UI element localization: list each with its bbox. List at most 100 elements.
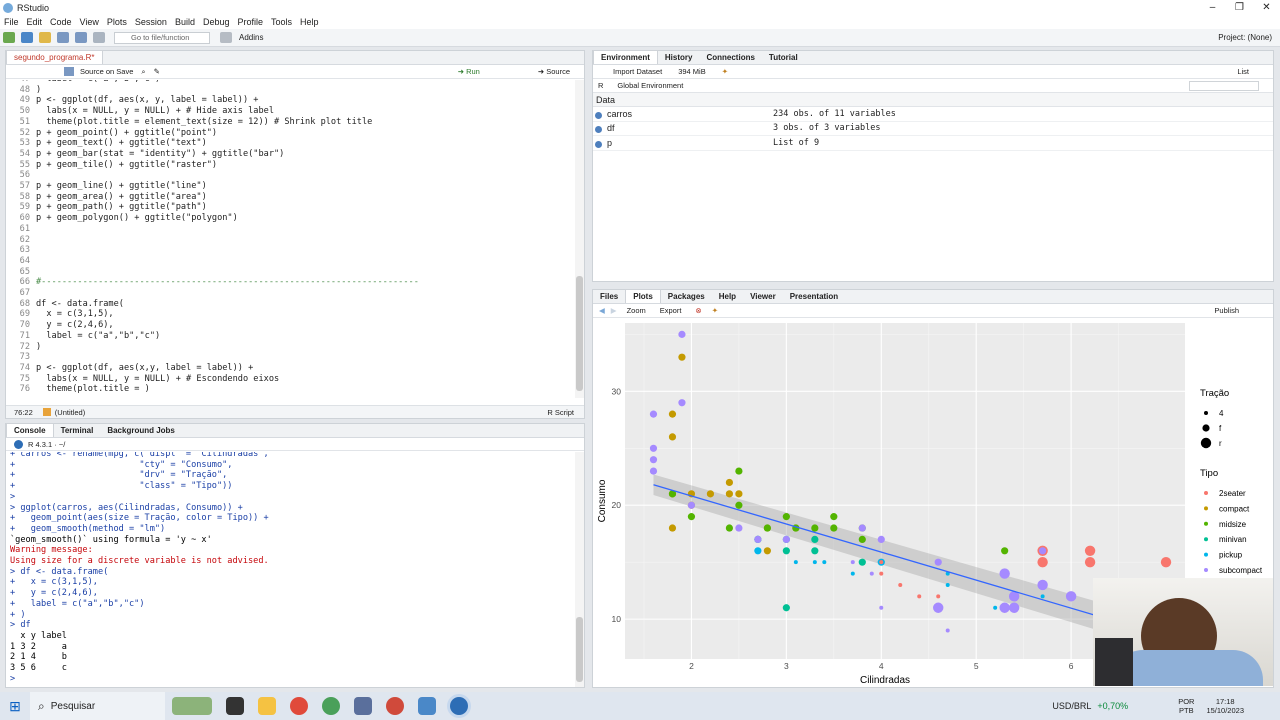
- file-explorer-icon[interactable]: [258, 697, 276, 715]
- console-output[interactable]: + carros <- rename(mpg, c("displ" = "Cil…: [6, 452, 576, 687]
- menu-profile[interactable]: Profile: [234, 16, 268, 29]
- grid-icon[interactable]: [220, 32, 232, 43]
- start-button-icon[interactable]: ⊞: [0, 698, 30, 715]
- code-line[interactable]: 64: [6, 256, 576, 267]
- save-all-icon[interactable]: [75, 32, 87, 43]
- export-button[interactable]: Export: [660, 306, 682, 315]
- code-line[interactable]: 51 theme(plot.title = element_text(size …: [6, 117, 576, 128]
- wand-icon[interactable]: ✎: [154, 67, 160, 76]
- app-2-icon[interactable]: [418, 697, 436, 715]
- editor-scroll-thumb[interactable]: [576, 276, 583, 391]
- env-name[interactable]: df: [593, 123, 773, 134]
- code-line[interactable]: 56: [6, 170, 576, 181]
- file-type[interactable]: R Script: [547, 408, 574, 417]
- taskbar-search[interactable]: ⌕ Pesquisar: [30, 692, 165, 720]
- language-indicator[interactable]: POR PTB: [1178, 697, 1194, 715]
- print-icon[interactable]: [93, 32, 105, 43]
- code-area[interactable]: 47 label = c("a","b","c")48)49p <- ggplo…: [6, 80, 576, 398]
- clear-plots-icon[interactable]: ✦: [712, 306, 718, 315]
- env-row-carros[interactable]: carros 234 obs. of 11 variables: [593, 107, 1273, 122]
- environment-search-input[interactable]: [1189, 80, 1259, 91]
- source-on-save-checkbox[interactable]: Source on Save: [80, 67, 133, 76]
- tab-background-jobs[interactable]: Background Jobs: [100, 424, 182, 437]
- currency-label[interactable]: USD/BRL: [1052, 701, 1091, 711]
- new-file-icon[interactable]: [3, 32, 15, 43]
- code-line[interactable]: 58 p + geom_area() + ggtitle("area"): [6, 192, 576, 203]
- code-line[interactable]: 76 theme(plot.title = ): [6, 384, 576, 395]
- import-dataset-button[interactable]: Import Dataset: [613, 67, 662, 76]
- scope-label[interactable]: (Untitled): [55, 408, 85, 417]
- tab-presentation[interactable]: Presentation: [783, 290, 845, 303]
- search-icon[interactable]: ⌕: [141, 67, 145, 77]
- code-line[interactable]: 74 p <- ggplot(df, aes(x,y, label = label…: [6, 363, 576, 374]
- code-line[interactable]: 54 p + geom_bar(stat = "identity") + ggti…: [6, 149, 576, 160]
- menu-view[interactable]: View: [76, 16, 103, 29]
- chrome-profile-2-icon[interactable]: [386, 697, 404, 715]
- code-line[interactable]: 59 p + geom_path() + ggtitle("path"): [6, 202, 576, 213]
- code-line[interactable]: 73: [6, 352, 576, 363]
- menu-tools[interactable]: Tools: [267, 16, 296, 29]
- tab-packages[interactable]: Packages: [661, 290, 712, 303]
- code-line[interactable]: 52 p + geom_point() + ggtitle("point"): [6, 128, 576, 139]
- menu-edit[interactable]: Edit: [23, 16, 47, 29]
- code-line[interactable]: 69 x = c(3,1,5),: [6, 309, 576, 320]
- menu-debug[interactable]: Debug: [199, 16, 234, 29]
- code-line[interactable]: 65: [6, 267, 576, 278]
- tab-files[interactable]: Files: [593, 290, 625, 303]
- code-line[interactable]: 68 df <- data.frame(: [6, 299, 576, 310]
- run-button[interactable]: ➜ Run: [458, 67, 480, 76]
- env-name[interactable]: p: [593, 138, 773, 148]
- tab-viewer[interactable]: Viewer: [743, 290, 783, 303]
- menu-code[interactable]: Code: [46, 16, 76, 29]
- list-view-menu[interactable]: List: [1237, 67, 1249, 76]
- maximize-button[interactable]: ❐: [1226, 0, 1253, 16]
- tab-segundo-programa[interactable]: segundo_programa.R*: [6, 50, 103, 64]
- code-line[interactable]: 62: [6, 235, 576, 246]
- code-line[interactable]: 72): [6, 342, 576, 353]
- chrome-icon[interactable]: [290, 697, 308, 715]
- menu-file[interactable]: File: [0, 16, 23, 29]
- tab-plots[interactable]: Plots: [625, 289, 661, 303]
- project-menu[interactable]: Project: (None): [1218, 29, 1272, 47]
- tab-connections[interactable]: Connections: [699, 51, 761, 64]
- code-line[interactable]: 63: [6, 245, 576, 256]
- code-line[interactable]: 60 p + geom_polygon() + ggtitle("polygon"…: [6, 213, 576, 224]
- app-icon[interactable]: [354, 697, 372, 715]
- console-scroll-thumb[interactable]: [576, 617, 583, 682]
- code-line[interactable]: 55 p + geom_tile() + ggtitle("raster"): [6, 160, 576, 171]
- remove-plot-icon[interactable]: ⊗: [695, 306, 701, 315]
- tab-environment[interactable]: Environment: [593, 50, 658, 64]
- goto-file-input[interactable]: Go to file/function: [114, 31, 210, 44]
- tab-help[interactable]: Help: [712, 290, 743, 303]
- code-line[interactable]: 48): [6, 85, 576, 96]
- tab-terminal[interactable]: Terminal: [54, 424, 101, 437]
- memory-usage[interactable]: 394 MiB: [678, 67, 706, 76]
- code-line[interactable]: 75 labs(x = NULL, y = NULL) + # Esconden…: [6, 374, 576, 385]
- menu-plots[interactable]: Plots: [103, 16, 131, 29]
- scope-select[interactable]: Global Environment: [617, 81, 683, 90]
- console-scrollbar[interactable]: [575, 452, 584, 687]
- menu-help[interactable]: Help: [296, 16, 323, 29]
- task-view-icon[interactable]: [226, 697, 244, 715]
- source-button[interactable]: ➜ Source: [538, 67, 570, 76]
- broom-icon[interactable]: ✦: [722, 67, 728, 76]
- code-line[interactable]: 49 p <- ggplot(df, aes(x, y, label = labe…: [6, 95, 576, 106]
- save-icon[interactable]: [64, 67, 74, 76]
- menu-session[interactable]: Session: [131, 16, 171, 29]
- save-icon[interactable]: [57, 32, 69, 43]
- publish-button[interactable]: Publish: [1214, 306, 1239, 315]
- close-button[interactable]: ✕: [1253, 0, 1280, 16]
- rstudio-taskbar-icon[interactable]: [450, 697, 468, 715]
- weather-widget-icon[interactable]: [172, 697, 212, 715]
- editor-scrollbar[interactable]: [575, 80, 584, 398]
- code-line[interactable]: 57 p + geom_line() + ggtitle("line"): [6, 181, 576, 192]
- tab-console[interactable]: Console: [6, 423, 54, 437]
- open-file-icon[interactable]: [39, 32, 51, 43]
- forward-arrow-icon[interactable]: ▶: [611, 306, 617, 315]
- back-arrow-icon[interactable]: ◀: [599, 306, 605, 315]
- addins-menu[interactable]: Addins: [239, 33, 263, 42]
- clock[interactable]: 17:18 15/10/2023: [1206, 697, 1244, 715]
- code-line[interactable]: 71 label = c("a","b","c"): [6, 331, 576, 342]
- tab-tutorial[interactable]: Tutorial: [762, 51, 805, 64]
- language-select[interactable]: R: [598, 81, 603, 90]
